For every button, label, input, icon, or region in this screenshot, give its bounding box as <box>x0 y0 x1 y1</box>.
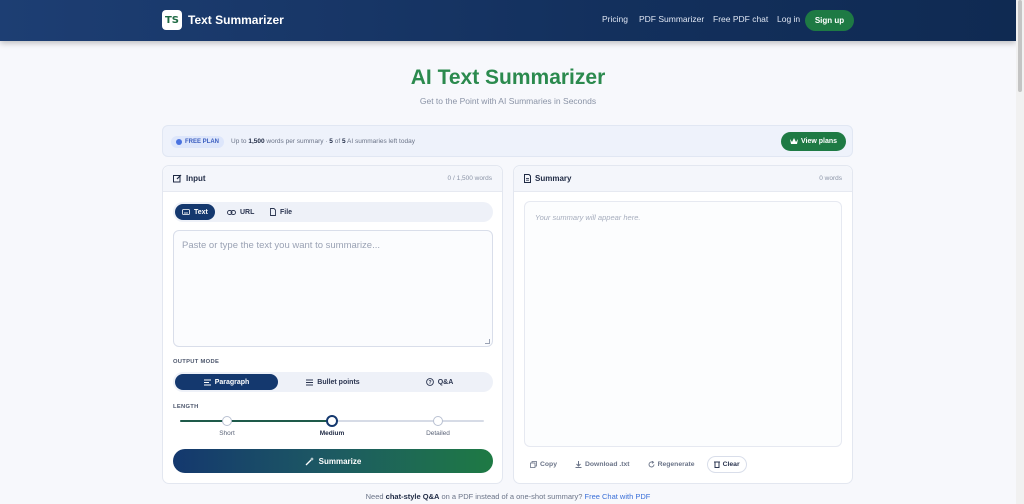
plan-usage-text: Up to 1,500 words per summary · 5 of 5 A… <box>231 138 415 145</box>
plan-text-mid: words per summary · <box>264 138 330 145</box>
plan-banner: FREE PLAN Up to 1,500 words per summary … <box>162 125 853 157</box>
clear-button[interactable]: Clear <box>706 456 747 473</box>
copy-button[interactable]: Copy <box>524 456 563 473</box>
tab-text-label: Text <box>194 208 208 216</box>
copy-label: Copy <box>540 461 557 468</box>
input-word-count: 0 / 1,500 words <box>447 175 492 182</box>
input-source-tabs: Text URL File <box>173 202 493 222</box>
link-icon <box>227 209 236 215</box>
nav-link-login[interactable]: Log in <box>777 14 800 24</box>
copy-icon <box>530 461 537 468</box>
paragraph-icon <box>203 379 211 385</box>
length-stop-short[interactable] <box>222 416 232 426</box>
plan-words-limit: 1,500 <box>248 138 265 145</box>
tab-url-label: URL <box>240 208 255 216</box>
resize-handle-icon[interactable] <box>485 339 490 344</box>
footer-prefix: Need <box>365 492 386 501</box>
keyboard-icon <box>182 209 190 215</box>
free-plan-badge: FREE PLAN <box>171 136 225 148</box>
summarize-button[interactable]: Summarize <box>173 449 493 473</box>
nav-link-pricing[interactable]: Pricing <box>602 14 628 24</box>
output-mode-selector: Paragraph Bullet points ? Q&A <box>173 372 493 392</box>
length-stop-detailed[interactable] <box>433 416 443 426</box>
tab-file[interactable]: File <box>263 204 299 220</box>
plan-dot-icon <box>176 139 182 145</box>
file-icon <box>270 208 276 216</box>
top-navigation-bar: TS Text Summarizer Pricing PDF Summarize… <box>0 0 1016 41</box>
mode-qa[interactable]: ? Q&A <box>388 374 491 390</box>
plan-text-of: of <box>332 138 342 145</box>
download-label: Download .txt <box>585 461 630 468</box>
mode-paragraph-label: Paragraph <box>214 378 250 386</box>
view-plans-label: View plans <box>800 138 838 145</box>
page-title: AI Text Summarizer <box>410 66 606 89</box>
length-slider-fill <box>180 420 332 422</box>
download-button[interactable]: Download .txt <box>569 456 636 473</box>
mode-bullet-points[interactable]: Bullet points <box>281 374 385 390</box>
text-input-placeholder: Paste or type the text you want to summa… <box>182 240 381 251</box>
summary-output-area: Your summary will appear here. <box>524 201 842 447</box>
logo: TS <box>162 10 182 30</box>
plan-text-prefix: Up to <box>231 138 249 145</box>
summary-title-label: Summary <box>535 174 572 183</box>
page-subtitle: Get to the Point with AI Summaries in Se… <box>419 96 597 106</box>
summarize-label: Summarize <box>318 456 362 466</box>
mode-bullet-points-label: Bullet points <box>317 378 360 386</box>
length-slider-knob[interactable] <box>326 415 338 427</box>
input-title-label: Input <box>186 174 206 183</box>
download-icon <box>575 461 582 468</box>
input-panel-title: Input <box>173 174 206 183</box>
summary-word-count: 0 words <box>819 175 842 182</box>
view-plans-button[interactable]: View plans <box>781 132 846 151</box>
input-panel: Input 0 / 1,500 words Text URL File Past… <box>162 165 503 484</box>
input-panel-header: Input 0 / 1,500 words <box>163 166 502 192</box>
plan-badge-label: FREE PLAN <box>185 139 220 145</box>
nav-link-pdf-summarizer[interactable]: PDF Summarizer <box>639 14 704 24</box>
summary-panel: Summary 0 words Your summary will appear… <box>513 165 853 484</box>
question-icon: ? <box>425 378 434 386</box>
edit-icon <box>173 174 182 183</box>
chat-with-pdf-link[interactable]: Free Chat with PDF <box>585 492 651 501</box>
svg-text:?: ? <box>428 380 431 386</box>
summary-panel-title: Summary <box>524 174 571 183</box>
magic-wand-icon <box>305 456 314 465</box>
summary-panel-header: Summary 0 words <box>514 166 852 192</box>
mode-paragraph[interactable]: Paragraph <box>175 374 278 390</box>
footer-middle: on a PDF instead of a one-shot summary? <box>439 492 585 501</box>
regenerate-button[interactable]: Regenerate <box>642 456 701 473</box>
brand[interactable]: TS Text Summarizer <box>162 10 284 30</box>
footer-bold: chat-style Q&A <box>385 492 440 501</box>
document-icon <box>524 174 531 183</box>
mode-qa-label: Q&A <box>437 378 454 386</box>
text-input-area[interactable]: Paste or type the text you want to summa… <box>173 230 493 347</box>
refresh-icon <box>648 461 655 468</box>
regenerate-label: Regenerate <box>657 461 695 468</box>
summary-actions: Copy Download .txt Regenerate Clear <box>524 456 747 473</box>
length-label-short[interactable]: Short <box>197 430 257 437</box>
plan-text-suffix: AI summaries left today <box>345 138 415 145</box>
signup-button[interactable]: Sign up <box>805 10 854 31</box>
length-label-detailed[interactable]: Detailed <box>408 430 468 437</box>
list-icon <box>306 379 314 385</box>
trash-icon <box>713 461 720 468</box>
summary-placeholder: Your summary will appear here. <box>535 213 641 222</box>
footer-note: Need chat-style Q&A on a PDF instead of … <box>0 492 1016 501</box>
tab-text[interactable]: Text <box>175 204 215 220</box>
output-mode-label: OUTPUT MODE <box>173 359 220 365</box>
clear-label: Clear <box>722 461 740 468</box>
nav-link-free-pdf-chat[interactable]: Free PDF chat <box>713 14 768 24</box>
scrollbar-thumb[interactable] <box>1018 0 1022 92</box>
brand-name: Text Summarizer <box>188 13 284 27</box>
length-label: LENGTH <box>173 404 199 410</box>
tab-url[interactable]: URL <box>220 204 261 220</box>
tab-file-label: File <box>280 208 293 216</box>
crown-icon <box>789 138 798 144</box>
length-label-medium[interactable]: Medium <box>302 430 362 437</box>
